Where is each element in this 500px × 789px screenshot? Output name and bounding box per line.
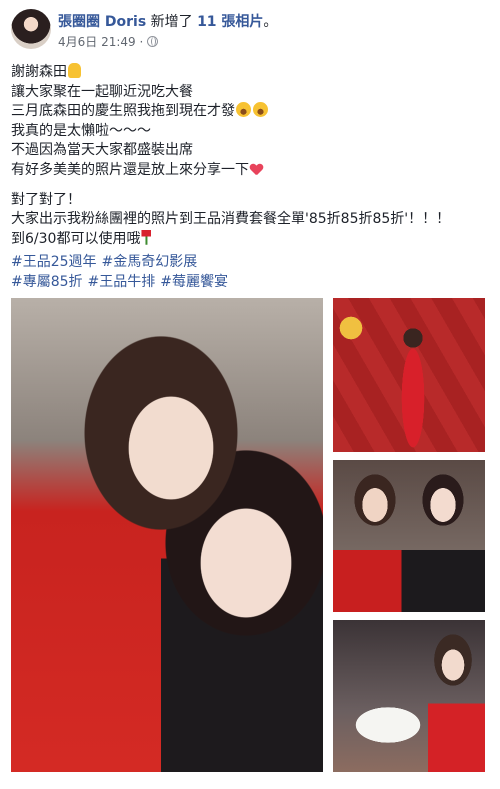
photo-red-dress-backdrop[interactable]: [333, 298, 485, 452]
text-line: 對了對了！: [11, 191, 81, 208]
hashtag-link[interactable]: #王品牛排: [88, 274, 156, 290]
hashtag-link[interactable]: #專屬85折: [11, 274, 83, 290]
photo-two-women-roses[interactable]: [333, 460, 485, 612]
post-action-text: 新增了: [150, 14, 193, 30]
text-line: 大家出示我粉絲團裡的照片到王品消費套餐全單'85折85折85折'！！！: [11, 211, 451, 228]
post-meta: 4月6日 21:49 ·: [58, 33, 159, 50]
photo-count-link[interactable]: 11 張相片: [197, 14, 263, 30]
laughing-emoji-icon: [236, 102, 251, 118]
globe-icon[interactable]: [147, 36, 159, 47]
text-line: 有好多美美的照片還是放上來分享一下: [11, 161, 493, 181]
hashtag-link[interactable]: #莓麗饗宴: [160, 274, 228, 290]
text-line: 到6/30都可以使用哦: [11, 229, 493, 250]
post-header: 張圈圈 Doris 新增了 11 張相片。: [58, 11, 277, 31]
rose-emoji-icon: [141, 229, 152, 245]
text-line: 讓大家聚在一起聊近況吃大餐: [11, 83, 193, 100]
author-name-link[interactable]: 張圈圈 Doris: [58, 14, 146, 30]
facebook-post: 張圈圈 Doris 新增了 11 張相片。 4月6日 21:49 · 謝謝森田 …: [0, 0, 500, 789]
author-avatar[interactable]: [11, 9, 51, 49]
hashtag-link[interactable]: #金馬奇幻影展: [102, 254, 198, 270]
post-text: 謝謝森田 讓大家聚在一起聊近況吃大餐 三月底森田的慶生照我拖到現在才發 我真的是…: [11, 63, 493, 249]
text-line: 我真的是太懶啦～～～: [11, 122, 151, 139]
photo-dinner-plate[interactable]: [333, 620, 485, 772]
photo-main-selfie[interactable]: [11, 298, 323, 772]
text-line: 三月底森田的慶生照我拖到現在才發: [11, 102, 493, 122]
hashtag-link[interactable]: #王品25週年: [11, 254, 97, 270]
text-line: 謝謝森田: [11, 63, 493, 83]
post-timestamp[interactable]: 4月6日 21:49 ·: [58, 35, 143, 49]
header-end-mark: 。: [263, 14, 278, 30]
hashtags: #王品25週年 #金馬奇幻影展 #專屬85折 #王品牛排 #莓麗饗宴: [11, 253, 493, 292]
laughing-emoji-icon: [253, 102, 268, 118]
heart-emoji-icon: [250, 164, 263, 176]
text-line: 不過因為當天大家都盛裝出席: [11, 142, 193, 159]
pray-emoji-icon: [68, 63, 81, 78]
